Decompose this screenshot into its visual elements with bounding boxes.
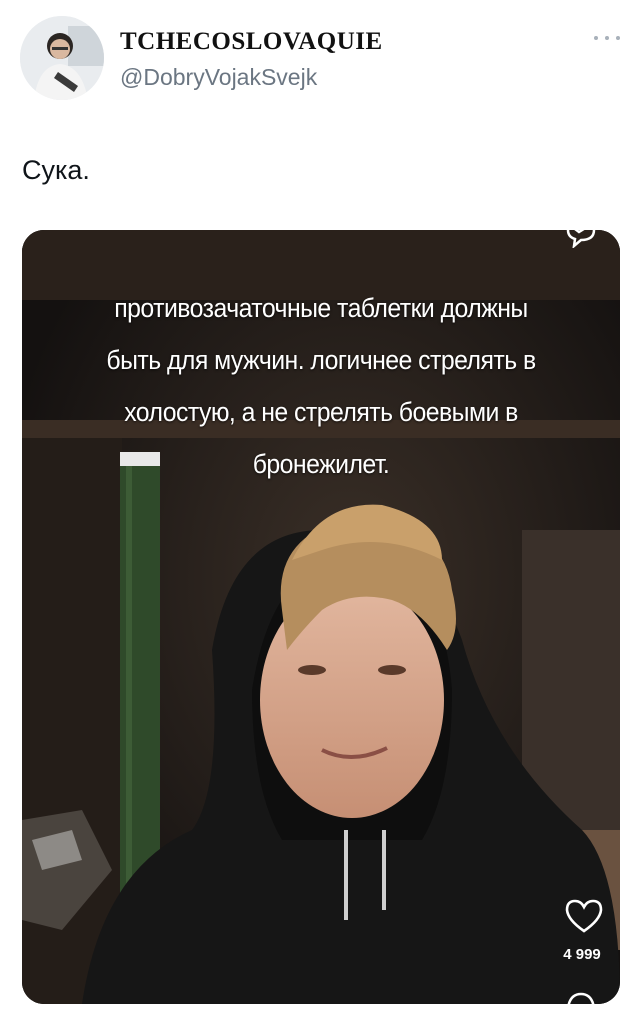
share-icon[interactable] [564, 990, 598, 1004]
more-dot-icon [605, 36, 609, 40]
heart-icon[interactable] [564, 898, 604, 934]
user-avatar-icon [20, 16, 104, 100]
like-count: 4 999 [563, 946, 601, 963]
video-media[interactable]: противозачаточные таблетки должны быть д… [22, 230, 620, 1004]
video-caption: противозачаточные таблетки должны быть д… [64, 282, 577, 490]
display-name[interactable]: TCHECOSLOVAQUIE [120, 28, 383, 56]
more-options-button[interactable] [594, 34, 620, 42]
caption-line: противозачаточные таблетки должны [114, 293, 528, 323]
more-dot-icon [616, 36, 620, 40]
caption-line: бронежилет. [252, 449, 390, 479]
caption-line: холостую, а не стрелять боевыми в [124, 397, 518, 427]
user-handle[interactable]: @DobryVojakSvejk [120, 64, 317, 91]
caption-line: быть для мужчин. логичнее стрелять в [106, 345, 536, 375]
comment-icon[interactable] [564, 230, 598, 248]
tweet-text: Сука. [22, 155, 90, 185]
tweet-header: TCHECOSLOVAQUIE @DobryVojakSvejk [20, 16, 620, 106]
avatar[interactable] [20, 16, 104, 100]
more-dot-icon [594, 36, 598, 40]
